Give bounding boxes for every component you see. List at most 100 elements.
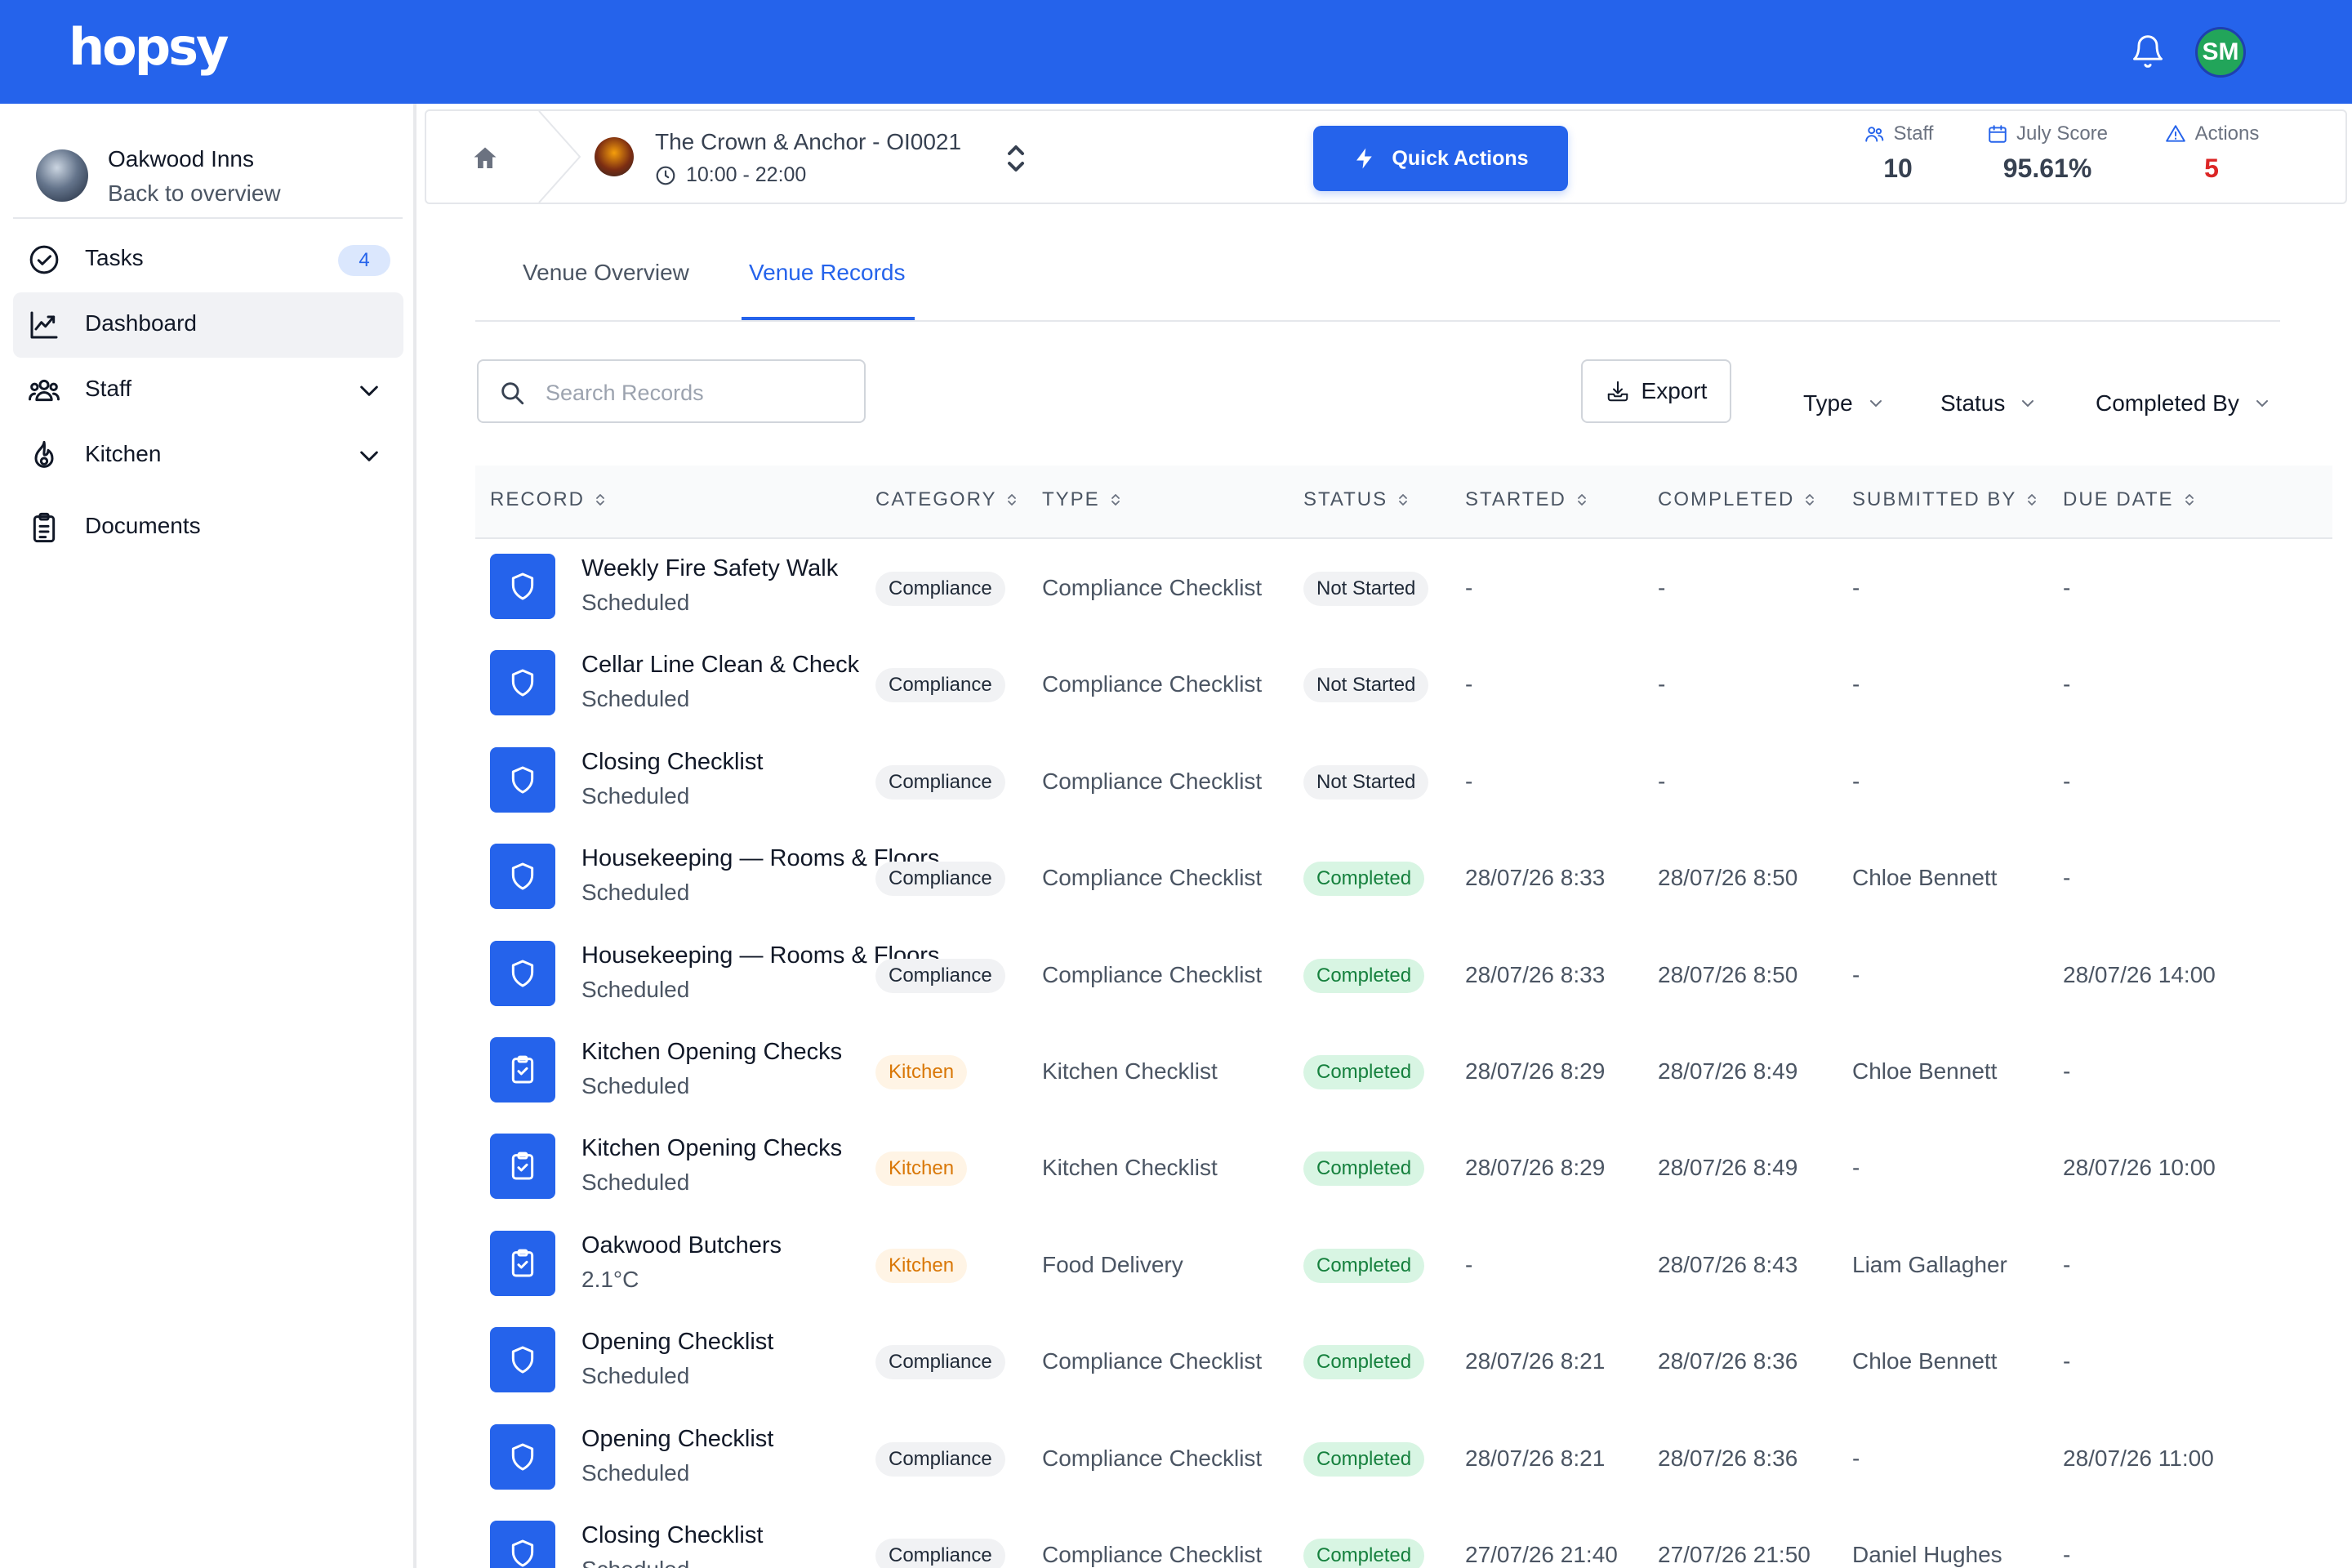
sidebar-item-tasks[interactable]: Tasks 4 <box>13 227 403 292</box>
column-header-status[interactable]: STATUS <box>1303 488 1409 511</box>
status-badge: Not Started <box>1303 765 1429 800</box>
record-title[interactable]: Closing Checklist <box>581 749 763 776</box>
table-row[interactable]: Housekeeping — Rooms & Floors Scheduled Co… <box>475 829 2332 925</box>
record-title[interactable]: Kitchen Opening Checks <box>581 1135 842 1162</box>
active-tab-indicator <box>742 317 915 320</box>
sidebar-item-kitchen[interactable]: Kitchen <box>13 423 403 488</box>
table-row[interactable]: Opening Checklist Scheduled Compliance Comp… <box>475 1410 2332 1506</box>
record-type: Kitchen Checklist <box>1042 1155 1218 1180</box>
search-input[interactable]: Search Records <box>477 359 866 423</box>
record-subtitle: Scheduled <box>581 1073 690 1098</box>
category-badge: Compliance <box>875 862 1005 896</box>
user-avatar[interactable]: SM <box>2195 27 2246 78</box>
table-row[interactable]: Cellar Line Clean & Check Scheduled Compli… <box>475 635 2332 732</box>
record-title[interactable]: Kitchen Opening Checks <box>581 1039 842 1066</box>
sidebar-item-label: Staff <box>85 376 132 401</box>
stat-label: Actions <box>2194 122 2260 145</box>
record-title[interactable]: Oakwood Butchers <box>581 1232 782 1259</box>
sort-icon <box>1006 492 1018 508</box>
started-date: 28/07/26 8:21 <box>1465 1348 1606 1374</box>
record-title[interactable]: Opening Checklist <box>581 1329 773 1356</box>
tab-venue-overview[interactable]: Venue Overview <box>523 260 689 286</box>
table-row[interactable]: Closing Checklist Scheduled Compliance Comp… <box>475 1506 2332 1568</box>
filter-type[interactable]: Type <box>1803 390 1886 416</box>
status-badge: Completed <box>1303 959 1425 993</box>
export-label: Export <box>1641 378 1708 403</box>
back-to-overview-link[interactable]: Back to overview <box>108 180 281 207</box>
org-switcher[interactable]: Oakwood Inns Back to overview <box>36 140 395 215</box>
column-header-started[interactable]: STARTED <box>1465 488 1588 511</box>
table-row[interactable]: Housekeeping — Rooms & Floors Scheduled Co… <box>475 926 2332 1022</box>
record-subtitle: Scheduled <box>581 1557 689 1568</box>
chevron-up-down-icon[interactable] <box>1004 142 1027 175</box>
shield-icon <box>490 1327 555 1392</box>
quick-actions-button[interactable]: Quick Actions <box>1313 126 1568 191</box>
stat-actions[interactable]: Actions 5 <box>2146 122 2277 184</box>
record-subtitle: Scheduled <box>581 783 690 808</box>
chart-line-icon <box>30 311 58 339</box>
stat-value: 95.61% <box>2002 154 2092 183</box>
sidebar-item-dashboard[interactable]: Dashboard <box>13 292 403 358</box>
table-row[interactable]: Weekly Fire Safety Walk Scheduled Complian… <box>475 539 2332 635</box>
tab-venue-records[interactable]: Venue Records <box>749 260 905 286</box>
record-title[interactable]: Weekly Fire Safety Walk <box>581 555 838 582</box>
column-header-record[interactable]: RECORD <box>490 488 606 511</box>
table-row[interactable]: Opening Checklist Scheduled Compliance Comp… <box>475 1312 2332 1409</box>
record-title[interactable]: Cellar Line Clean & Check <box>581 652 859 679</box>
chevron-down-icon[interactable] <box>356 443 382 469</box>
sidebar-item-staff[interactable]: Staff <box>13 358 403 423</box>
stat-july-score[interactable]: July Score 95.61% <box>1962 122 2133 184</box>
record-type: Compliance Checklist <box>1042 865 1263 890</box>
submitted-by: - <box>1852 768 1860 794</box>
column-header-due-date[interactable]: DUE DATE <box>2063 488 2195 511</box>
completed-date: - <box>1658 671 1666 697</box>
export-button[interactable]: Export <box>1581 359 1731 423</box>
started-date: 28/07/26 8:29 <box>1465 1155 1606 1180</box>
bell-icon[interactable] <box>2130 33 2166 70</box>
record-type: Compliance Checklist <box>1042 575 1263 600</box>
submitted-by: Liam Gallagher <box>1852 1252 2007 1277</box>
venue-name[interactable]: The Crown & Anchor - OI0021 <box>655 129 961 155</box>
category-badge: Kitchen <box>875 1055 968 1089</box>
clock-icon <box>656 166 675 185</box>
shield-icon <box>490 844 555 909</box>
column-header-type[interactable]: TYPE <box>1042 488 1121 511</box>
filter-completed-by[interactable]: Completed By <box>2096 390 2272 416</box>
column-header-category[interactable]: CATEGORY <box>875 488 1018 511</box>
record-title[interactable]: Closing Checklist <box>581 1522 763 1549</box>
status-badge: Not Started <box>1303 668 1429 702</box>
chevron-down-icon <box>1869 400 1882 408</box>
sort-icon <box>595 492 606 508</box>
shield-icon <box>490 650 555 715</box>
column-header-completed[interactable]: COMPLETED <box>1658 488 1815 511</box>
app-logo[interactable]: hopsy <box>69 15 229 80</box>
table-row[interactable]: Closing Checklist Scheduled Compliance Comp… <box>475 733 2332 829</box>
column-header-submitted-by[interactable]: SUBMITTED BY <box>1852 488 2038 511</box>
stat-value: 5 <box>2204 154 2219 183</box>
stat-staff[interactable]: Staff 10 <box>1833 122 1963 184</box>
clipboard-check-icon <box>490 1037 555 1102</box>
table-row[interactable]: Kitchen Opening Checks Scheduled Kitchen Ki… <box>475 1022 2332 1119</box>
table-row[interactable]: Oakwood Butchers 2.1°C Kitchen Food Deliver… <box>475 1216 2332 1312</box>
stat-label: July Score <box>2016 122 2109 145</box>
table-row[interactable]: Kitchen Opening Checks Scheduled Kitchen Ki… <box>475 1119 2332 1215</box>
shield-icon <box>490 1521 555 1568</box>
submitted-by: Daniel Hughes <box>1852 1542 2002 1567</box>
record-subtitle: Scheduled <box>581 880 690 905</box>
category-badge: Compliance <box>875 1539 1005 1568</box>
chevron-down-icon[interactable] <box>356 377 382 403</box>
tab-bar: Venue Overview Venue Records <box>475 237 2280 322</box>
clipboard-icon <box>33 512 56 543</box>
due-date: 28/07/26 11:00 <box>2063 1446 2214 1471</box>
completed-date: 28/07/26 8:36 <box>1658 1348 1798 1374</box>
calendar-icon <box>1989 125 2007 143</box>
submitted-by: - <box>1852 1155 1860 1180</box>
status-badge: Completed <box>1303 1152 1425 1186</box>
home-icon[interactable] <box>470 144 500 173</box>
sidebar-item-documents[interactable]: Documents <box>13 495 403 560</box>
filter-label: Completed By <box>2096 390 2239 416</box>
filter-status[interactable]: Status <box>1940 390 2038 416</box>
users-icon <box>29 379 60 402</box>
record-title[interactable]: Opening Checklist <box>581 1426 773 1453</box>
due-date: - <box>2063 865 2071 890</box>
